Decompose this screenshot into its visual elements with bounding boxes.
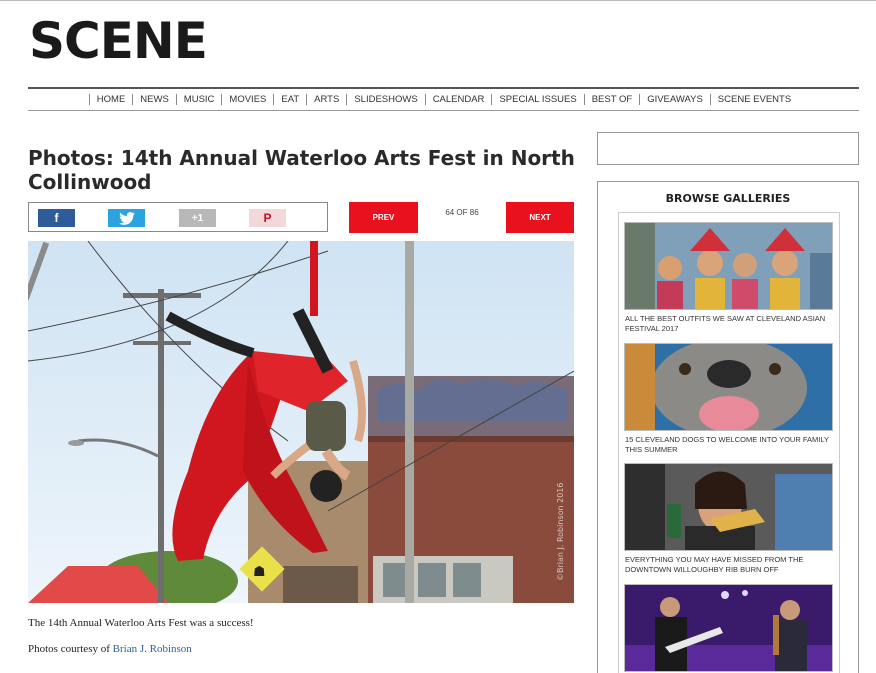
twitter-icon bbox=[118, 211, 135, 225]
browse-galleries-title: BROWSE GALLERIES bbox=[665, 192, 791, 205]
ad-slot[interactable] bbox=[597, 132, 859, 165]
gallery-label-rib-burn-off[interactable]: EVERYTHING YOU MAY HAVE MISSED FROM THE … bbox=[625, 555, 835, 575]
googleplus-share-button[interactable]: +1 bbox=[179, 209, 216, 227]
photo-credit: Photos courtesy of Brian J. Robinson bbox=[28, 643, 192, 655]
gallery-label-asian-festival[interactable]: ALL THE BEST OUTFITS WE SAW AT CLEVELAND… bbox=[625, 314, 835, 334]
nav-item-special-issues[interactable]: SPECIAL ISSUES bbox=[491, 94, 583, 105]
nav-item-calendar[interactable]: CALENDAR bbox=[424, 94, 492, 105]
nav-item-movies[interactable]: MOVIES bbox=[221, 94, 273, 105]
twitter-share-button[interactable] bbox=[108, 209, 145, 227]
photo-caption: The 14th Annual Waterloo Arts Fest was a… bbox=[28, 617, 254, 629]
nav-item-slideshows[interactable]: SLIDESHOWS bbox=[346, 94, 424, 105]
site-logo[interactable]: SCENE bbox=[29, 14, 208, 68]
gallery-thumb-concert[interactable] bbox=[624, 584, 833, 672]
nav-item-scene-events[interactable]: SCENE EVENTS bbox=[709, 94, 798, 105]
photographer-link[interactable]: Brian J. Robinson bbox=[113, 643, 192, 655]
slide-counter: 64 OF 86 bbox=[445, 208, 479, 217]
gallery-list: ALL THE BEST OUTFITS WE SAW AT CLEVELAND… bbox=[618, 212, 840, 673]
next-button[interactable]: NEXT bbox=[506, 202, 574, 233]
facebook-icon: f bbox=[54, 211, 59, 225]
prev-button[interactable]: PREV bbox=[349, 202, 418, 233]
pinterest-share-button[interactable]: P bbox=[249, 209, 286, 227]
facebook-share-button[interactable]: f bbox=[38, 209, 75, 227]
share-bar: f +1 P bbox=[28, 202, 328, 232]
browse-galleries-panel: BROWSE GALLERIES ALL THE BEST OUTFITS WE… bbox=[597, 181, 859, 673]
gallery-photo[interactable]: ☗ ©Brian J. Robinson 2016 bbox=[28, 241, 574, 603]
main-nav: HOME NEWS MUSIC MOVIES EAT ARTS SLIDESHO… bbox=[28, 87, 859, 111]
article-title: Photos: 14th Annual Waterloo Arts Fest i… bbox=[28, 146, 575, 194]
nav-item-best-of[interactable]: BEST OF bbox=[583, 94, 639, 105]
credit-prefix: Photos courtesy of bbox=[28, 643, 113, 655]
nav-item-eat[interactable]: EAT bbox=[273, 94, 306, 105]
googleplus-icon: +1 bbox=[191, 212, 204, 224]
gallery-thumb-dogs[interactable] bbox=[624, 343, 833, 431]
nav-item-giveaways[interactable]: GIVEAWAYS bbox=[639, 94, 710, 105]
gallery-thumb-asian-festival[interactable] bbox=[624, 222, 833, 310]
photo-watermark: ©Brian J. Robinson 2016 bbox=[556, 483, 565, 581]
nav-item-arts[interactable]: ARTS bbox=[306, 94, 346, 105]
svg-text:☗: ☗ bbox=[253, 564, 266, 580]
nav-item-music[interactable]: MUSIC bbox=[175, 94, 222, 105]
nav-item-home[interactable]: HOME bbox=[88, 94, 133, 105]
pinterest-icon: P bbox=[263, 211, 272, 225]
nav-item-news[interactable]: NEWS bbox=[132, 94, 176, 105]
gallery-label-dogs[interactable]: 15 CLEVELAND DOGS TO WELCOME INTO YOUR F… bbox=[625, 435, 835, 455]
top-rule bbox=[0, 0, 876, 1]
gallery-thumb-rib-burn-off[interactable] bbox=[624, 463, 833, 551]
